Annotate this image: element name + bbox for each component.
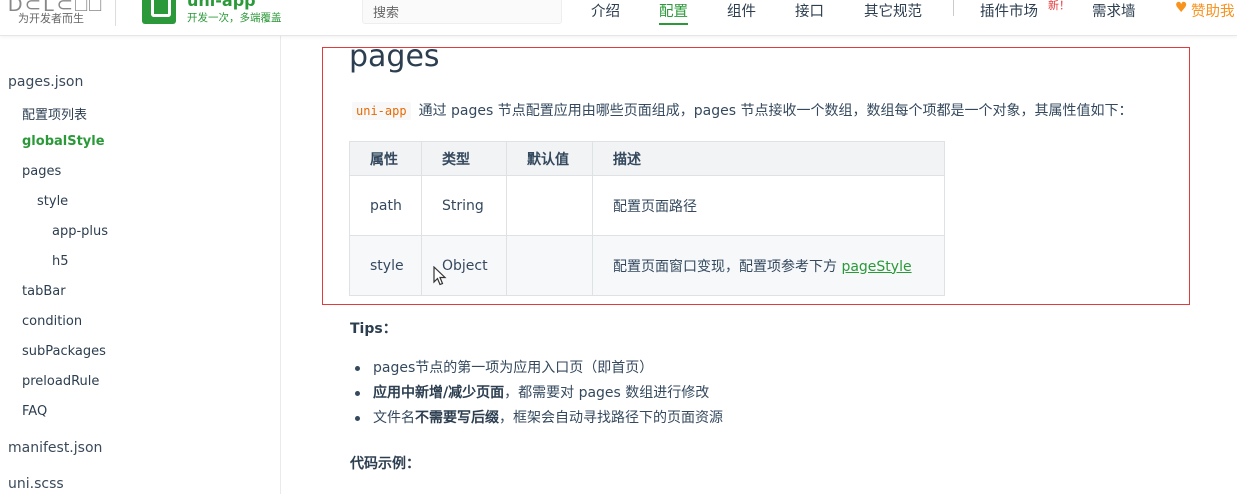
sidebar-item-app-plus[interactable]: app-plus — [52, 224, 108, 239]
search-placeholder: 搜索 — [373, 6, 400, 21]
sidebar-item-globalstyle[interactable]: globalStyle — [22, 134, 105, 149]
brand-slogan: 为开发者而生 — [18, 12, 84, 25]
dcloud-logo[interactable]: D⊂L⊂□□ 为开发者而生 — [8, 0, 108, 36]
pagestyle-link[interactable]: pageStyle — [841, 259, 911, 275]
mouse-cursor-icon — [433, 266, 447, 286]
search-input[interactable]: 搜索 — [362, 0, 562, 24]
new-badge: 新！ — [1048, 0, 1070, 12]
table-cell-type: String — [421, 175, 507, 236]
page-title: pages — [349, 39, 440, 74]
tips-title: Tips： — [350, 321, 397, 337]
tips-list: pages节点的第一项为应用入口页（即首页） 应用中新增/减少页面，都需要对 p… — [352, 358, 723, 433]
table-cell-desc: 配置页面窗口变现，配置项参考下方 pageStyle — [592, 235, 945, 296]
sidebar-item-faq[interactable]: FAQ — [22, 404, 47, 419]
sidebar-item-subpackages[interactable]: subPackages — [22, 344, 106, 359]
nav-intro[interactable]: 介绍 — [591, 0, 620, 21]
sidebar-item-tabbar[interactable]: tabBar — [22, 284, 66, 299]
nav-api[interactable]: 接口 — [795, 0, 824, 21]
nav-separator — [953, 0, 954, 16]
nav-feature-wall[interactable]: 需求墙 — [1092, 0, 1136, 21]
inline-code: uni-app — [352, 102, 411, 120]
heart-icon: ♥ — [1175, 0, 1188, 16]
uni-app-name[interactable]: uni-app — [187, 0, 256, 10]
tip-text: ，都需要对 pages 数组进行修改 — [504, 385, 710, 401]
column-header: 属性 — [349, 141, 422, 176]
column-header: 类型 — [421, 141, 507, 176]
tip-bold: 应用中新增/减少页面 — [373, 385, 505, 401]
table-cell-name: path — [349, 175, 422, 236]
code-example-title: 代码示例： — [350, 456, 420, 472]
table-cell-desc-text: 配置页面窗口变现，配置项参考下方 — [613, 258, 842, 275]
table-cell-desc: 配置页面路径 — [592, 175, 945, 236]
sidebar-item-pages[interactable]: pages — [22, 164, 61, 179]
column-header: 默认值 — [506, 141, 593, 176]
tip-text: ，框架会自动寻找路径下的页面资源 — [499, 410, 723, 426]
nav-components[interactable]: 组件 — [727, 0, 756, 21]
sidebar-item-preloadrule[interactable]: preloadRule — [22, 374, 99, 389]
nav-config[interactable]: 配置 — [659, 0, 688, 25]
table-row: path String 配置页面路径 — [349, 175, 945, 236]
sidebar-item-pages-json[interactable]: pages.json — [8, 74, 83, 90]
sidebar-item-config-list[interactable]: 配置项列表 — [22, 104, 87, 123]
uni-app-tagline: 开发一次，多端覆盖 — [187, 12, 282, 24]
header-divider — [115, 0, 116, 26]
list-item: 应用中新增/减少页面，都需要对 pages 数组进行修改 — [352, 383, 723, 408]
sidebar: pages.json 配置项列表 globalStyle pages style… — [0, 36, 281, 494]
sidebar-item-manifest-json[interactable]: manifest.json — [8, 440, 102, 456]
uni-app-logo-icon[interactable] — [142, 0, 176, 24]
sidebar-item-condition[interactable]: condition — [22, 314, 82, 329]
tip-text: pages节点的第一项为应用入口页（即首页） — [373, 360, 654, 376]
top-header: D⊂L⊂□□ 为开发者而生 uni-app 开发一次，多端覆盖 搜索 介绍 配置… — [0, 0, 1237, 36]
sidebar-item-h5[interactable]: h5 — [52, 254, 69, 269]
intro-paragraph: uni-app 通过 pages 节点配置应用由哪些页面组成，pages 节点接收… — [352, 100, 1132, 120]
intro-text: 通过 pages 节点配置应用由哪些页面组成，pages 节点接收一个数组，数组… — [418, 103, 1133, 119]
table-cell-default — [506, 235, 593, 296]
table-header-row: 属性 类型 默认值 描述 — [349, 141, 945, 176]
list-item: pages节点的第一项为应用入口页（即首页） — [352, 358, 723, 383]
list-item: 文件名不需要写后缀，框架会自动寻找路径下的页面资源 — [352, 408, 723, 433]
nav-plugin-market[interactable]: 插件市场 — [980, 0, 1038, 21]
column-header: 描述 — [592, 141, 945, 176]
nav-other-specs[interactable]: 其它规范 — [864, 0, 922, 21]
table-cell-name: style — [349, 235, 422, 296]
sidebar-item-uni-scss[interactable]: uni.scss — [8, 476, 64, 492]
nav-sponsor[interactable]: 赞助我 — [1191, 0, 1235, 21]
tip-text: 文件名 — [373, 410, 415, 426]
table-cell-default — [506, 175, 593, 236]
tip-bold: 不需要写后缀 — [415, 410, 499, 426]
sidebar-item-style[interactable]: style — [37, 194, 68, 209]
